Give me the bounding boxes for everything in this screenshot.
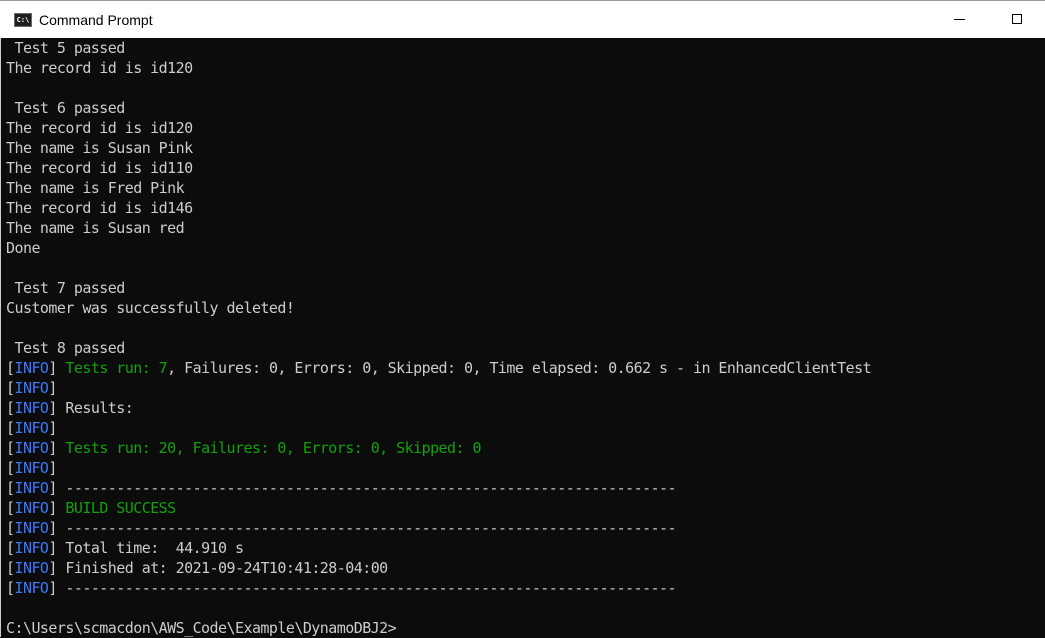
console-text: Customer was successfully deleted! [6, 299, 295, 317]
console-text: ] [48, 359, 66, 377]
maximize-button[interactable] [994, 1, 1040, 38]
info-tag: INFO [14, 499, 49, 517]
console-text: The record id is id146 [6, 199, 193, 217]
console-line: The name is Susan Pink [6, 138, 871, 158]
console-text: Test 5 passed [6, 39, 125, 57]
info-tag: INFO [14, 519, 49, 537]
console-line: The record id is id110 [6, 158, 871, 178]
console-line: The record id is id120 [6, 118, 871, 138]
info-tag: INFO [14, 479, 49, 497]
console-output[interactable]: Test 5 passed The record id is id120 Test… [0, 38, 1045, 637]
info-tag: INFO [14, 359, 49, 377]
success-text: Tests run: 7 [65, 359, 168, 377]
console-lines: Test 5 passed The record id is id120 Test… [6, 38, 872, 638]
console-line: [INFO] [6, 378, 871, 398]
window-title: Command Prompt [39, 12, 153, 28]
console-line: [INFO] ---------------------------------… [6, 478, 871, 498]
console-line: Test 6 passed [6, 98, 871, 118]
console-line: The record id is id146 [6, 198, 871, 218]
console-line: [INFO] BUILD SUCCESS [6, 498, 871, 518]
console-text: ] Finished at: 2021-09-24T10:41:28-04:00 [48, 559, 388, 577]
console-text: ] [48, 439, 66, 457]
console-line: The name is Susan red [6, 218, 871, 238]
success-text: Tests run: 20, Failures: 0, Errors: 0, S… [65, 439, 481, 457]
info-tag: INFO [14, 379, 49, 397]
console-text: Test 7 passed [6, 279, 125, 297]
console-text: ] [48, 499, 66, 517]
console-text: The record id is id110 [6, 159, 193, 177]
console-line: [INFO] [6, 458, 871, 478]
info-tag: INFO [14, 559, 49, 577]
info-tag: INFO [14, 579, 49, 597]
minimize-button[interactable] [936, 1, 982, 38]
console-text: The record id is id120 [6, 59, 193, 77]
cmd-icon: C:\ [14, 13, 32, 27]
console-line: [INFO] Finished at: 2021-09-24T10:41:28-… [6, 558, 871, 578]
title-bar[interactable]: C:\ Command Prompt [0, 0, 1045, 38]
success-text: BUILD SUCCESS [65, 499, 176, 517]
console-line: The name is Fred Pink [6, 178, 871, 198]
console-line: [INFO] Results: [6, 398, 871, 418]
console-line: [INFO] ---------------------------------… [6, 518, 871, 538]
console-text: ] [48, 419, 57, 437]
info-tag: INFO [14, 459, 49, 477]
info-tag: INFO [14, 439, 49, 457]
maximize-icon [1012, 14, 1022, 24]
info-tag: INFO [14, 539, 49, 557]
minimize-icon [954, 19, 965, 20]
console-text: ] [48, 459, 57, 477]
console-text: ] --------------------------------------… [48, 579, 676, 597]
console-line: Test 5 passed [6, 38, 871, 58]
console-text: ] [48, 379, 57, 397]
console-text: Done [6, 239, 40, 257]
console-line: [INFO] Total time: 44.910 s [6, 538, 871, 558]
console-text: Test 6 passed [6, 99, 125, 117]
console-text: C:\Users\scmacdon\AWS_Code\Example\Dynam… [6, 619, 397, 637]
console-line: [INFO] [6, 418, 871, 438]
console-line: The record id is id120 [6, 58, 871, 78]
console-text: The record id is id120 [6, 119, 193, 137]
console-line: [INFO] Tests run: 7, Failures: 0, Errors… [6, 358, 872, 378]
console-text: ] Total time: 44.910 s [48, 539, 244, 557]
console-line: Customer was successfully deleted! [6, 298, 871, 318]
console-line: Done [6, 238, 871, 258]
console-text: ] Results: [48, 399, 134, 417]
info-tag: INFO [14, 399, 49, 417]
console-text: The name is Fred Pink [6, 179, 185, 197]
console-text: The name is Susan Pink [6, 139, 193, 157]
console-text: ] --------------------------------------… [48, 519, 676, 537]
console-line: C:\Users\scmacdon\AWS_Code\Example\Dynam… [6, 618, 871, 638]
console-text: ] --------------------------------------… [48, 479, 676, 497]
console-text: , Failures: 0, Errors: 0, Skipped: 0, Ti… [167, 359, 872, 377]
console-line: [INFO] ---------------------------------… [6, 578, 871, 598]
info-tag: INFO [14, 419, 49, 437]
console-line: Test 8 passed [6, 338, 871, 358]
console-line: [INFO] Tests run: 20, Failures: 0, Error… [6, 438, 871, 458]
console-line: Test 7 passed [6, 278, 871, 298]
console-text: Test 8 passed [6, 339, 125, 357]
console-text: The name is Susan red [6, 219, 185, 237]
